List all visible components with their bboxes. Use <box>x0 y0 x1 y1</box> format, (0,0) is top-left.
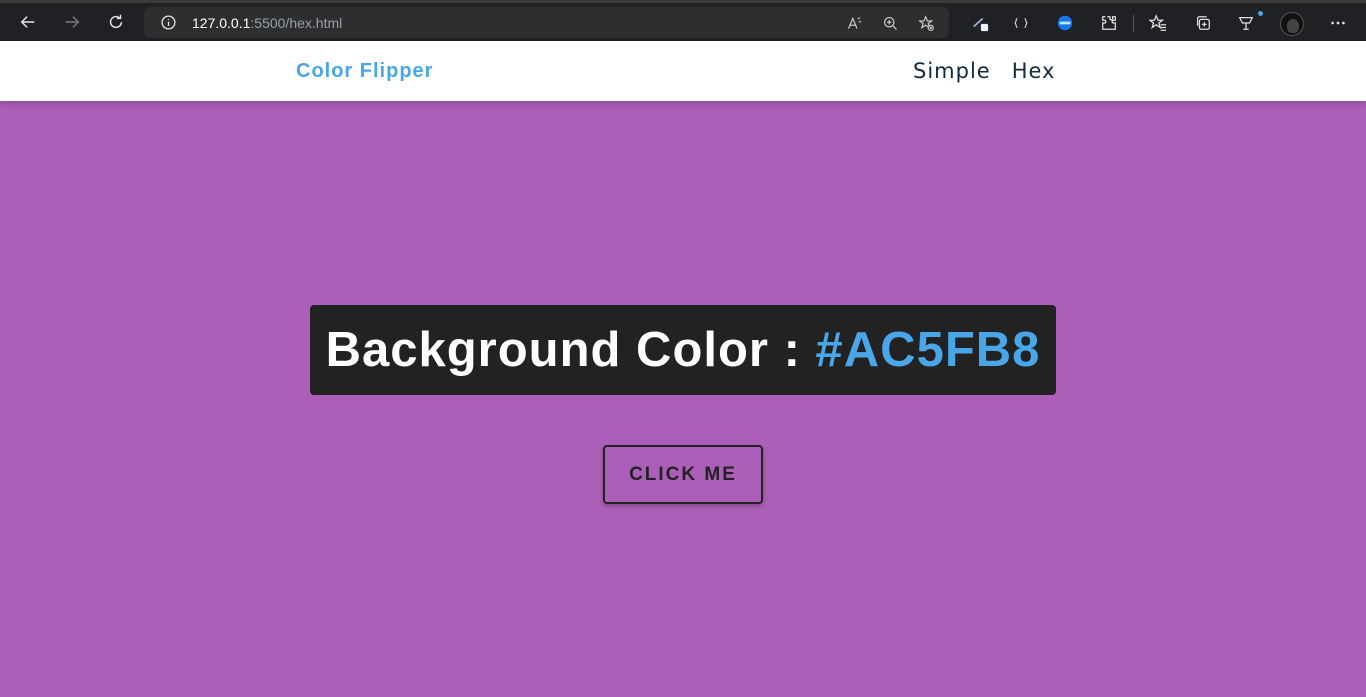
heading-label: Background Color : <box>325 323 816 377</box>
address-bar[interactable]: 127.0.0.1:5500/hex.html <box>144 7 949 38</box>
color-value: #AC5FB8 <box>815 323 1041 377</box>
pen-extension-icon[interactable] <box>968 11 992 35</box>
color-heading: Background Color : #AC5FB8 <box>326 322 1041 378</box>
zoom-icon[interactable] <box>880 13 900 33</box>
back-icon[interactable] <box>15 9 41 35</box>
url-host: 127.0.0.1 <box>192 15 251 31</box>
read-aloud-icon[interactable] <box>844 13 864 33</box>
toolbar-separator <box>1133 15 1134 32</box>
browser-toolbar: 127.0.0.1:5500/hex.html <box>0 0 1366 41</box>
url-path: :5500/hex.html <box>250 15 343 31</box>
nav-link-hex[interactable]: Hex <box>1012 59 1056 83</box>
extensions-icon[interactable] <box>1097 11 1121 35</box>
nav-links: Simple Hex <box>913 59 1056 83</box>
profile-avatar[interactable] <box>1280 12 1304 36</box>
refresh-icon[interactable] <box>103 9 129 35</box>
click-me-button[interactable]: click me <box>603 445 763 504</box>
more-options-icon[interactable] <box>1326 11 1350 35</box>
color-banner: Background Color : #AC5FB8 <box>310 305 1056 395</box>
browser-essentials-icon[interactable] <box>1234 11 1258 35</box>
add-favorite-icon[interactable] <box>916 13 936 33</box>
favorites-icon[interactable] <box>1146 11 1170 35</box>
notification-dot <box>1258 11 1263 16</box>
collections-icon[interactable] <box>1191 11 1215 35</box>
nav-link-simple[interactable]: Simple <box>913 59 991 83</box>
site-navbar: Color Flipper Simple Hex <box>0 41 1366 101</box>
json-extension-icon[interactable] <box>1053 11 1077 35</box>
info-icon[interactable] <box>160 14 177 31</box>
forward-icon[interactable] <box>59 9 85 35</box>
brand-logo[interactable]: Color Flipper <box>296 60 433 83</box>
braces-extension-icon[interactable] <box>1009 11 1033 35</box>
url-text[interactable]: 127.0.0.1:5500/hex.html <box>192 15 342 31</box>
